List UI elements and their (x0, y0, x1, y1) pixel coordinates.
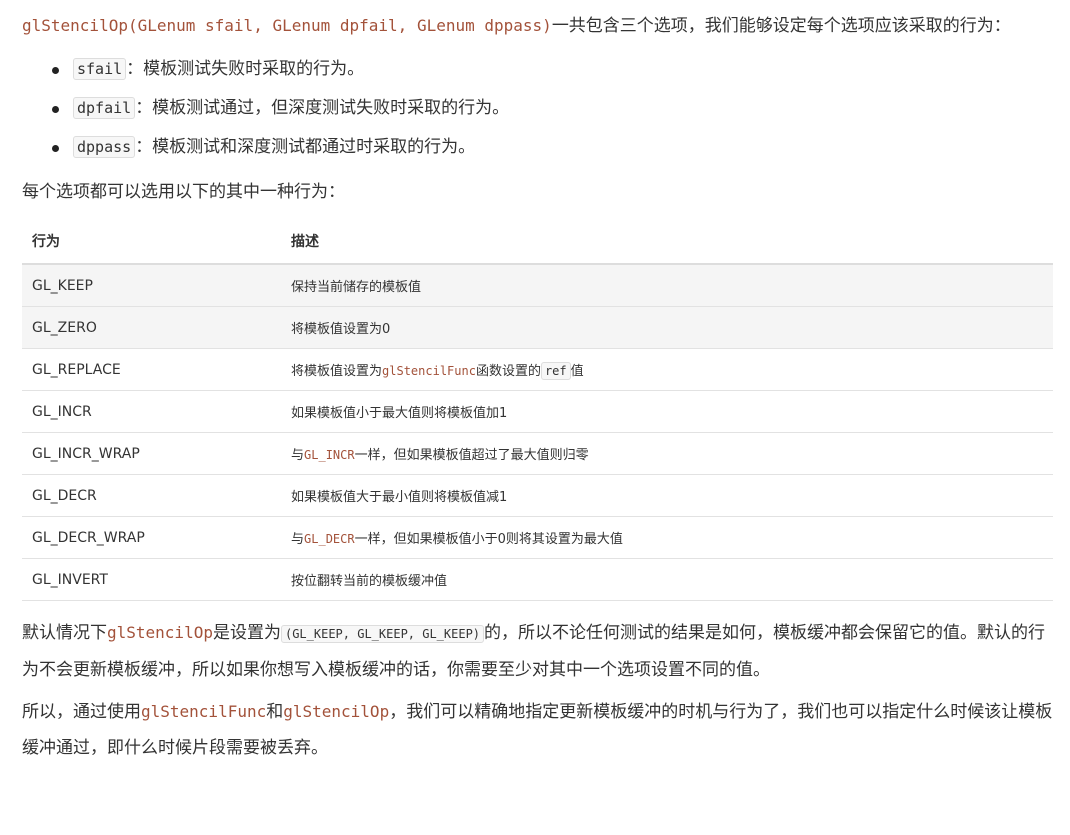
intro-text: 一共包含三个选项，我们能够设定每个选项应该采取的行为： (551, 16, 1011, 36)
action-cell: GL_REPLACE (22, 348, 281, 391)
desc-text: 值 (570, 364, 584, 379)
desc-text: 函数设置的 (475, 364, 541, 379)
list-item: dppass ：模板测试和深度测试都通过时采取的行为。 (22, 128, 1053, 167)
action-cell: GL_INCR (22, 390, 281, 433)
description-cell: 保持当前储存的模板值 (281, 264, 1053, 307)
description-cell: 按位翻转当前的模板缓冲值 (281, 558, 1053, 601)
gl-stencil-op-signature: glStencilOp(GLenum sfail, GLenum dpfail,… (22, 16, 552, 35)
table-row: GL_INCR 如果模板值小于最大值则将模板值加1 (22, 390, 1053, 433)
bullet-icon (52, 106, 59, 113)
action-cell: GL_ZERO (22, 306, 281, 349)
intro-paragraph: glStencilOp(GLenum sfail, GLenum dpfail,… (22, 0, 1053, 44)
bullet-icon (52, 67, 59, 74)
option-description: ：模板测试和深度测试都通过时采取的行为。 (135, 137, 476, 157)
description-cell: 与GL_INCR一样，但如果模板值超过了最大值则归零 (281, 432, 1053, 475)
description-cell: 与GL_DECR一样，但如果模板值小于0则将其设置为最大值 (281, 516, 1053, 559)
inline-function-name: glStencilOp (283, 702, 390, 721)
action-cell: GL_DECR (22, 474, 281, 517)
inline-function-name: glStencilFunc (141, 702, 267, 721)
desc-text: 与 (291, 532, 305, 547)
inline-code: ref (540, 362, 571, 380)
inline-function-name: GL_DECR (304, 532, 355, 546)
description-cell: 将模板值设置为0 (281, 306, 1053, 349)
options-list: sfail ：模板测试失败时采取的行为。 dpfail ：模板测试通过，但深度测试失… (22, 50, 1053, 167)
desc-text: 一样，但如果模板值小于0则将其设置为最大值 (354, 532, 623, 547)
option-description: ：模板测试通过，但深度测试失败时采取的行为。 (135, 98, 510, 118)
column-header-description: 描述 (281, 219, 1053, 265)
column-header-action: 行为 (22, 219, 281, 265)
inline-code: dpfail (73, 97, 136, 119)
action-cell: GL_INVERT (22, 558, 281, 601)
summary-paragraph: 所以，通过使用glStencilFunc和glStencilOp，我们可以精确地… (22, 694, 1053, 766)
action-cell: GL_INCR_WRAP (22, 432, 281, 475)
table-row: GL_INCR_WRAP 与GL_INCR一样，但如果模板值超过了最大值则归零 (22, 432, 1053, 475)
para-text: 默认情况下 (22, 623, 107, 643)
table-row: GL_KEEP 保持当前储存的模板值 (22, 264, 1053, 307)
action-cell: GL_DECR_WRAP (22, 516, 281, 559)
inline-code: dppass (73, 136, 136, 158)
default-behavior-paragraph: 默认情况下glStencilOp是设置为 (GL_KEEP, GL_KEEP, G… (22, 615, 1053, 688)
table-row: GL_DECR 如果模板值大于最小值则将模板值减1 (22, 474, 1053, 517)
behaviors-intro: 每个选项都可以选用以下的其中一种行为： (22, 182, 345, 202)
list-item: dpfail ：模板测试通过，但深度测试失败时采取的行为。 (22, 89, 1053, 128)
para-text: 所以，通过使用 (22, 702, 141, 722)
action-cell: GL_KEEP (22, 264, 281, 307)
inline-code: sfail (73, 58, 127, 80)
bullet-icon (52, 145, 59, 152)
description-cell: 如果模板值小于最大值则将模板值加1 (281, 390, 1053, 433)
para-text: 是设置为 (212, 623, 281, 643)
inline-code: (GL_KEEP, GL_KEEP, GL_KEEP) (280, 625, 485, 643)
table-row: GL_REPLACE 将模板值设置为glStencilFunc函数设置的 ref 值 (22, 348, 1053, 391)
table-row: GL_INVERT 按位翻转当前的模板缓冲值 (22, 558, 1053, 601)
description-cell: 将模板值设置为glStencilFunc函数设置的 ref 值 (281, 348, 1053, 391)
inline-function-name: glStencilOp (107, 623, 213, 642)
desc-text: 与 (291, 448, 305, 463)
stencil-actions-table: 行为 描述 GL_KEEP 保持当前储存的模板值 GL_ZERO 将模板值设置为… (22, 219, 1053, 601)
article-content: glStencilOp(GLenum sfail, GLenum dpfail,… (0, 0, 1070, 835)
inline-function-name: glStencilFunc (382, 364, 476, 378)
list-item: sfail ：模板测试失败时采取的行为。 (22, 50, 1053, 89)
option-description: ：模板测试失败时采取的行为。 (126, 59, 365, 79)
table-row: GL_ZERO 将模板值设置为0 (22, 306, 1053, 349)
para-text: 和 (266, 702, 284, 722)
table-header-row: 行为 描述 (22, 219, 1053, 265)
table-row: GL_DECR_WRAP 与GL_DECR一样，但如果模板值小于0则将其设置为最… (22, 516, 1053, 559)
inline-function-name: GL_INCR (304, 448, 355, 462)
desc-text: 将模板值设置为 (291, 364, 383, 379)
desc-text: 一样，但如果模板值超过了最大值则归零 (354, 448, 589, 463)
description-cell: 如果模板值大于最小值则将模板值减1 (281, 474, 1053, 517)
